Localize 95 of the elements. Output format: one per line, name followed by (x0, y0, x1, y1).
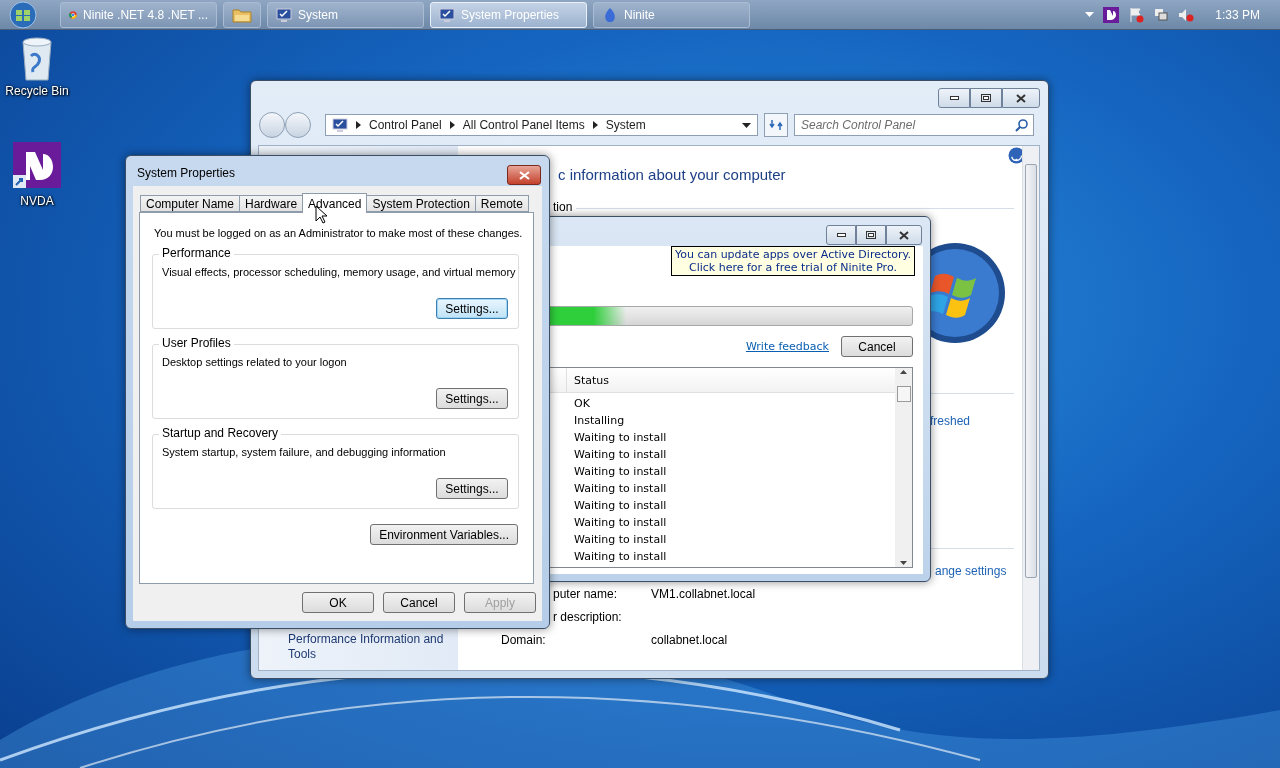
refresh-button[interactable] (764, 113, 788, 137)
close-button[interactable] (886, 225, 922, 245)
computer-icon (332, 117, 348, 133)
refresh-icon (769, 118, 783, 132)
ninite-icon (602, 6, 618, 23)
status-text: Waiting to install (574, 447, 667, 463)
banner-text: Click here for a free trial of Ninite Pro. (688, 261, 897, 274)
link[interactable]: freshed (930, 414, 971, 428)
dialog-button[interactable]: OK (302, 592, 374, 613)
cancel-button[interactable]: Cancel (841, 336, 913, 357)
scroll-up-icon[interactable] (900, 370, 907, 374)
detail-label: Domain: (501, 633, 546, 647)
maximize-button[interactable] (856, 225, 886, 245)
section-heading: tion (553, 200, 573, 214)
scrollbar[interactable] (895, 368, 912, 567)
close-button[interactable] (1002, 88, 1040, 108)
search-field[interactable]: Search Control Panel (794, 114, 1034, 136)
group-description: Desktop settings related to your logon (162, 356, 347, 368)
scroll-thumb[interactable] (897, 386, 911, 402)
promo-banner[interactable]: You can update apps over Active Directory. Click here for a free trial of Ninite Pro. (670, 246, 915, 276)
link[interactable]: ange settings (935, 564, 1007, 578)
feedback-link[interactable]: Write feedback (745, 340, 829, 353)
group-title: Performance (159, 246, 234, 260)
maximize-icon (981, 94, 991, 102)
maximize-button[interactable] (970, 88, 1002, 108)
dialog-button[interactable]: Cancel (383, 592, 455, 613)
tab[interactable]: Computer Name (140, 195, 241, 212)
environment-variables-button[interactable]: Environment Variables... (370, 524, 518, 545)
desktop-icon-label: Recycle Bin (5, 84, 69, 98)
taskbar-label: System (298, 7, 338, 22)
taskbar-label: Ninite (624, 7, 655, 22)
notice-text: You must be logged on as an Administrator to make most of these changes. (153, 227, 523, 239)
detail-label: puter name: (553, 587, 618, 601)
sidebar-link[interactable]: Tools (288, 647, 458, 662)
scrollbar[interactable] (1022, 146, 1039, 670)
taskbar-label: System Properties (461, 7, 560, 22)
settings-button[interactable]: Settings... (436, 478, 508, 499)
sidebar-link[interactable]: Performance Information and (288, 632, 458, 647)
desktop-icon-label: NVDA (20, 194, 54, 208)
settings-button[interactable]: Settings... (436, 298, 508, 319)
chevron-icon (356, 121, 361, 129)
trash-bin-icon (19, 36, 55, 82)
tab[interactable]: Remote (474, 195, 529, 212)
tab[interactable]: System Protection (366, 195, 476, 212)
status-text: Installing (574, 413, 625, 429)
address-bar[interactable]: Control Panel All Control Panel Items System (325, 114, 758, 136)
tab[interactable]: Advanced (302, 193, 368, 213)
column-header[interactable]: Status (574, 373, 610, 387)
desktop-shortcut[interactable]: NVDA (0, 142, 74, 208)
desktop-shortcut[interactable]: Recycle Bin (0, 36, 74, 98)
settings-button[interactable]: Settings... (436, 388, 508, 409)
chevron-icon (449, 121, 455, 129)
breadcrumb-item[interactable]: System (605, 118, 646, 132)
computer-icon (439, 6, 455, 23)
taskbar-label: Ninite .NET 4.8 .NET ... (83, 7, 208, 22)
status-text: Waiting to install (574, 430, 667, 446)
group-description: System startup, system failure, and debugging information (162, 446, 446, 458)
window-title: System Properties (137, 166, 236, 180)
minimize-icon (949, 96, 959, 100)
dropdown-arrow-icon[interactable] (742, 122, 751, 128)
breadcrumb-item[interactable]: All Control Panel Items (462, 118, 585, 132)
status-text: Waiting to install (574, 515, 667, 531)
flag-icon[interactable] (1128, 6, 1145, 23)
status-text: Waiting to install (574, 481, 667, 497)
network-icon[interactable] (1153, 6, 1170, 23)
folder-icon (232, 6, 252, 23)
status-text: Waiting to install (574, 464, 667, 480)
status-text: Waiting to install (574, 549, 667, 565)
breadcrumb-item[interactable]: Control Panel (369, 118, 442, 132)
close-icon (899, 230, 909, 240)
minimize-button[interactable] (938, 88, 970, 108)
maximize-icon (866, 231, 876, 239)
minimize-icon (836, 233, 846, 237)
computer-icon (276, 6, 292, 23)
tab[interactable]: Hardware (239, 195, 304, 212)
group-title: User Profiles (159, 336, 234, 350)
chevron-icon[interactable] (1085, 12, 1095, 17)
minimize-button[interactable] (826, 225, 856, 245)
group-title: Startup and Recovery (159, 426, 282, 440)
close-icon (518, 170, 530, 180)
detail-label: r description: (553, 610, 622, 624)
status-text: Waiting to install (574, 532, 667, 548)
banner-text: You can update apps over Active Directory. (674, 248, 911, 261)
detail-value: collabnet.local (651, 633, 728, 647)
page-heading: c information about your computer (558, 166, 786, 183)
detail-value: VM1.collabnet.local (651, 587, 756, 601)
group-description: Visual effects, processor scheduling, memory usage, and virtual memory (162, 266, 516, 278)
nvda-logo-icon[interactable] (1103, 6, 1120, 23)
status-text: Waiting to install (574, 498, 667, 514)
close-button[interactable] (507, 165, 541, 185)
close-icon (1016, 93, 1026, 103)
scroll-down-icon[interactable] (900, 561, 907, 565)
chevron-icon (592, 121, 598, 129)
search-icon (1015, 119, 1028, 132)
status-text: OK (574, 396, 590, 412)
